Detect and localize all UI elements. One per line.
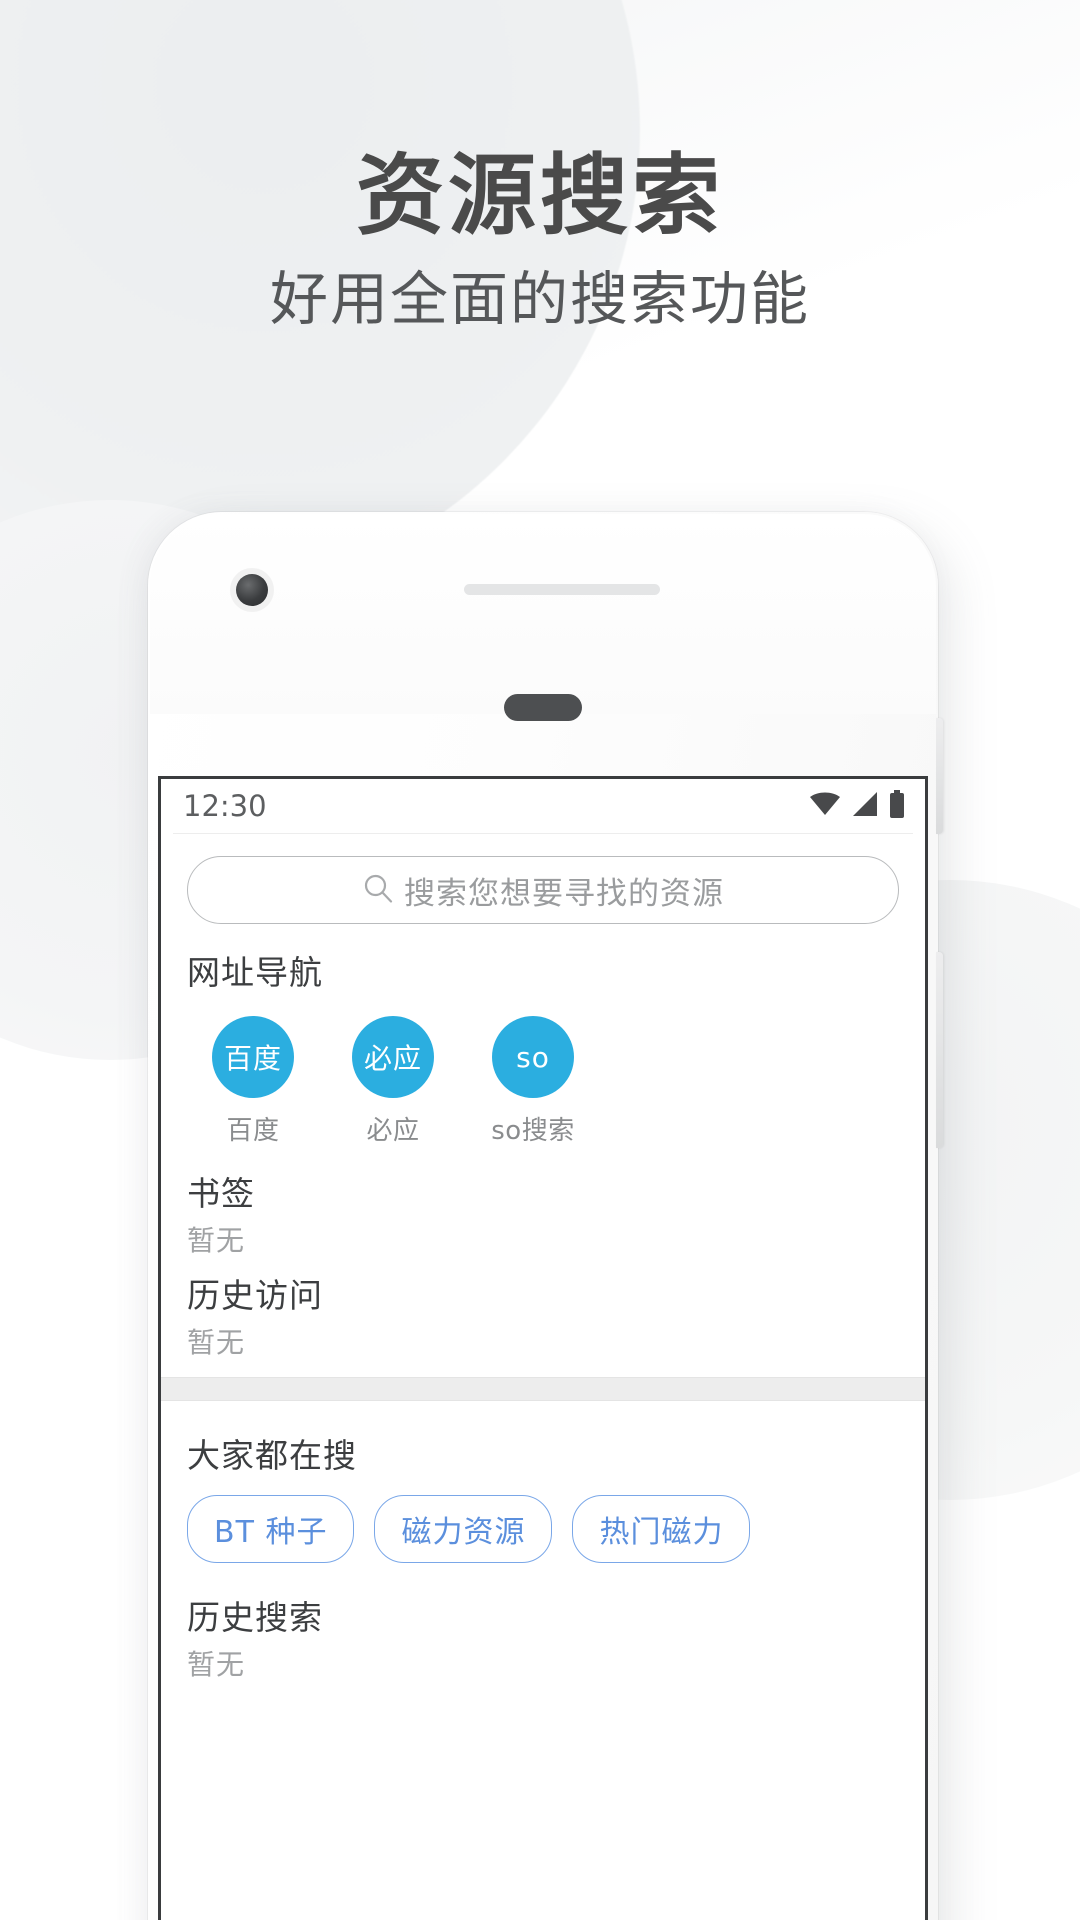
nav-label-so: so搜索	[491, 1116, 575, 1146]
nav-grid: 百度 百度 必应 必应 so so搜索	[187, 998, 899, 1157]
search-bar-container: 搜索您想要寻找的资源	[161, 834, 925, 936]
nav-item-bing[interactable]: 必应 必应	[345, 1016, 441, 1147]
history-visits-empty-text: 暂无	[187, 1326, 246, 1359]
signal-icon	[851, 791, 879, 821]
promo-subtitle: 好用全面的搜索功能	[269, 265, 810, 334]
nav-section: 网址导航 百度 百度 必应 必应 so so搜索	[161, 946, 925, 1157]
proximity-strip	[464, 584, 660, 595]
earpiece-speaker	[504, 694, 582, 721]
nav-icon-so: so	[492, 1016, 574, 1098]
phone-screen: 12:30 搜索您想要寻找的资源 网址导航 百度 百度 必应 必应 so so搜…	[158, 776, 928, 1920]
status-bar: 12:30	[161, 779, 925, 833]
status-time: 12:30	[183, 789, 267, 823]
bookmarks-title: 书签	[187, 1174, 255, 1213]
nav-icon-bing: 必应	[352, 1016, 434, 1098]
search-icon	[362, 872, 394, 908]
search-history-section: 历史搜索 暂无	[161, 1591, 925, 1683]
hot-search-title: 大家都在搜	[187, 1436, 357, 1475]
hot-search-chip-magnet[interactable]: 磁力资源	[374, 1495, 553, 1563]
volume-button[interactable]	[936, 952, 943, 1148]
search-placeholder-text: 搜索您想要寻找的资源	[404, 875, 724, 912]
nav-item-baidu[interactable]: 百度 百度	[205, 1016, 301, 1147]
phone-mockup: 12:30 搜索您想要寻找的资源 网址导航 百度 百度 必应 必应 so so搜…	[148, 512, 943, 1920]
battery-icon	[889, 790, 905, 822]
promo-heading-block: 资源搜索 好用全面的搜索功能	[0, 144, 1080, 334]
nav-icon-baidu: 百度	[212, 1016, 294, 1098]
hot-search-chip-popular[interactable]: 热门磁力	[572, 1495, 751, 1563]
search-history-empty-text: 暂无	[187, 1648, 246, 1681]
promo-title: 资源搜索	[355, 144, 724, 247]
app-content: 搜索您想要寻找的资源 网址导航 百度 百度 必应 必应 so so搜索 书签 暂…	[161, 834, 925, 1683]
bookmarks-empty-text: 暂无	[187, 1224, 246, 1257]
search-history-title: 历史搜索	[187, 1598, 323, 1637]
status-icon-group	[809, 790, 905, 822]
hot-search-chip-bt[interactable]: BT 种子	[187, 1495, 355, 1563]
history-visits-title: 历史访问	[187, 1276, 323, 1315]
nav-label-baidu: 百度	[226, 1116, 280, 1146]
nav-label-bing: 必应	[366, 1116, 420, 1146]
hot-search-chip-row: BT 种子 磁力资源 热门磁力	[187, 1481, 899, 1581]
wifi-icon	[809, 791, 841, 821]
nav-item-so[interactable]: so so搜索	[485, 1016, 581, 1147]
hot-search-section: 大家都在搜 BT 种子 磁力资源 热门磁力	[161, 1401, 925, 1581]
bookmarks-section: 书签 暂无	[161, 1167, 925, 1259]
power-button[interactable]	[936, 718, 943, 834]
phone-bezel-top	[150, 514, 936, 714]
promo-page: 资源搜索 好用全面的搜索功能 12:30 搜索您想要寻找的资源 网址导航 百度 …	[0, 0, 1080, 1920]
front-camera-icon	[236, 574, 268, 606]
history-visits-section: 历史访问 暂无	[161, 1269, 925, 1361]
nav-section-title: 网址导航	[187, 953, 323, 992]
search-input[interactable]: 搜索您想要寻找的资源	[187, 856, 899, 924]
section-separator	[161, 1377, 925, 1401]
